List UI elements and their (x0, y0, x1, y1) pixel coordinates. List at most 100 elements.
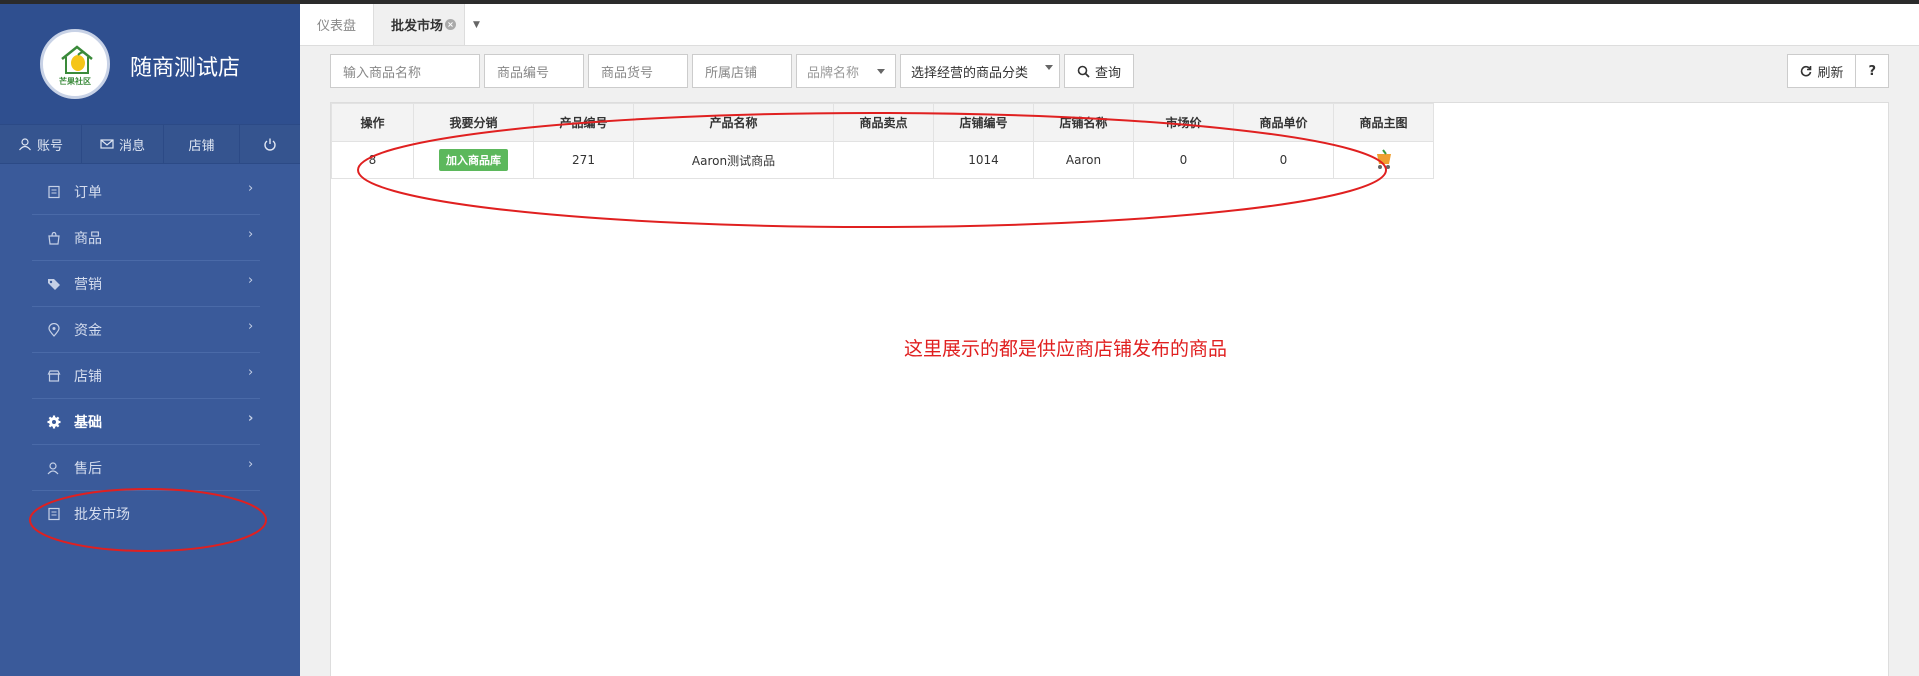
filter-bar: 输入商品名称 商品编号 商品货号 所属店铺 品牌名称 选择经营的商品分类 查询 (330, 54, 1135, 88)
store-logo[interactable]: 芒果社区 (40, 29, 110, 99)
location-icon (48, 322, 60, 337)
envelope-icon (100, 139, 114, 149)
table-row: 8 加入商品库 271 Aaron测试商品 1014 Aaron 0 0 (331, 141, 1434, 179)
sidebar-item-basic[interactable]: 基础 › (32, 399, 260, 445)
chevron-right-icon: › (248, 365, 254, 380)
refresh-button[interactable]: 刷新 (1787, 54, 1857, 88)
annotation-text: 这里展示的都是供应商店铺发布的商品 (904, 338, 1228, 360)
search-button[interactable]: 查询 (1064, 54, 1135, 88)
column-header[interactable]: 我要分销 (413, 103, 534, 142)
sidebar-item-label: 订单 (74, 184, 102, 201)
column-header[interactable]: 商品卖点 (833, 103, 934, 142)
chevron-right-icon: › (248, 319, 254, 334)
product-no-cell: 271 (533, 141, 634, 179)
shop-input[interactable]: 所属店铺 (692, 54, 792, 88)
messages-label: 消息 (118, 138, 145, 154)
product-code-input[interactable]: 商品编号 (484, 54, 584, 88)
sidebar-item-orders[interactable]: 订单 › (32, 169, 260, 215)
sidebar-item-marketing[interactable]: 营销 › (32, 261, 260, 307)
distribute-cell: 加入商品库 (413, 141, 534, 179)
unit-price-cell: 0 (1233, 141, 1334, 179)
caret-down-icon (877, 68, 885, 74)
main-image-cell (1333, 141, 1434, 179)
category-select[interactable]: 选择经营的商品分类 (900, 54, 1060, 88)
account-label: 账号 (36, 138, 63, 154)
messages-button[interactable]: 消息 (82, 125, 164, 163)
sidebar-item-funds[interactable]: 资金 › (32, 307, 260, 353)
product-name-input[interactable]: 输入商品名称 (330, 54, 480, 88)
shop-label: 店铺 (188, 138, 215, 154)
category-select-value: 选择经营的商品分类 (911, 65, 1029, 81)
close-icon[interactable]: × (445, 19, 457, 30)
sidebar: 芒果社区 随商测试店 账号 消息 店铺 订单 › 商品 › 营销 › 资金 › … (0, 4, 300, 676)
sidebar-item-label: 店铺 (74, 368, 102, 385)
sidebar-item-label: 资金 (74, 322, 102, 339)
column-header[interactable]: 产品编号 (533, 103, 634, 142)
column-header[interactable]: 市场价 (1133, 103, 1234, 142)
add-to-library-button[interactable]: 加入商品库 (439, 149, 508, 171)
chevron-right-icon: › (248, 457, 254, 472)
bag-icon (48, 231, 60, 245)
sidebar-item-label: 商品 (74, 230, 102, 247)
refresh-label: 刷新 (1817, 65, 1844, 81)
store-name: 随商测试店 (130, 56, 241, 81)
brand-header: 芒果社区 随商测试店 (0, 4, 300, 124)
product-thumbnail-icon[interactable] (1374, 148, 1394, 170)
product-table: 操作 我要分销 产品编号 产品名称 商品卖点 店铺编号 店铺名称 市场价 商品单… (331, 103, 1434, 179)
brand-select[interactable]: 品牌名称 (796, 54, 896, 88)
tab-label: 仪表盘 (317, 19, 357, 34)
refresh-icon (1801, 65, 1812, 77)
sidebar-item-label: 营销 (74, 276, 102, 293)
account-button[interactable]: 账号 (0, 125, 82, 163)
tab-wholesale[interactable]: 批发市场 × (373, 4, 466, 45)
search-button-label: 查询 (1095, 65, 1122, 81)
sidebar-menu: 订单 › 商品 › 营销 › 资金 › 店铺 › 基础 › 售后 › 批发市场 (0, 169, 300, 537)
product-sku-input[interactable]: 商品货号 (588, 54, 688, 88)
house-logo-icon (61, 45, 93, 74)
chevron-right-icon: › (248, 181, 254, 196)
toolbar-actions: 刷新 ? (1787, 54, 1889, 88)
logo-text: 芒果社区 (59, 77, 91, 86)
main-area: 仪表盘 批发市场 × ▼ 输入商品名称 商品编号 商品货号 所属店铺 品牌名称 … (300, 4, 1919, 676)
user-icon (19, 138, 31, 151)
data-panel: 操作 我要分销 产品编号 产品名称 商品卖点 店铺编号 店铺名称 市场价 商品单… (330, 102, 1889, 676)
sidebar-item-label: 批发市场 (74, 507, 130, 523)
quick-bar: 账号 消息 店铺 (0, 124, 300, 164)
sidebar-item-store[interactable]: 店铺 › (32, 353, 260, 399)
sidebar-item-products[interactable]: 商品 › (32, 215, 260, 261)
clipboard-icon (48, 507, 60, 521)
help-button[interactable]: ? (1856, 54, 1889, 88)
sidebar-item-label: 基础 (74, 414, 102, 431)
brand-select-value: 品牌名称 (807, 65, 860, 81)
tag-icon (48, 278, 60, 290)
logout-button[interactable] (240, 125, 300, 163)
sidebar-item-wholesale[interactable]: 批发市场 (32, 491, 260, 537)
shop-button[interactable]: 店铺 (164, 125, 240, 163)
product-name-cell: Aaron测试商品 (633, 141, 834, 179)
chevron-right-icon: › (248, 273, 254, 288)
clipboard-icon (48, 185, 60, 198)
sidebar-item-aftersales[interactable]: 售后 › (32, 445, 260, 491)
user-icon (47, 461, 59, 474)
chevron-down-icon: ▼ (473, 19, 480, 30)
column-header[interactable]: 产品名称 (633, 103, 834, 142)
power-icon (264, 138, 276, 151)
shop-no-cell: 1014 (933, 141, 1034, 179)
column-header[interactable]: 店铺编号 (933, 103, 1034, 142)
tab-dashboard[interactable]: 仪表盘 (300, 4, 373, 45)
store-icon (47, 369, 61, 382)
tab-dropdown-button[interactable]: ▼ (465, 4, 488, 45)
column-header[interactable]: 商品单价 (1233, 103, 1334, 142)
market-price-cell: 0 (1133, 141, 1234, 179)
column-header[interactable]: 操作 (331, 103, 414, 142)
chevron-right-icon: › (248, 411, 254, 426)
shop-name-cell: Aaron (1033, 141, 1134, 179)
chevron-right-icon: › (248, 227, 254, 242)
selling-point-cell (833, 141, 934, 179)
tab-label: 批发市场 (391, 19, 444, 34)
op-cell[interactable]: 8 (331, 141, 414, 179)
table-header-row: 操作 我要分销 产品编号 产品名称 商品卖点 店铺编号 店铺名称 市场价 商品单… (331, 103, 1434, 142)
column-header[interactable]: 店铺名称 (1033, 103, 1134, 142)
column-header[interactable]: 商品主图 (1333, 103, 1434, 142)
gear-icon (47, 415, 61, 428)
